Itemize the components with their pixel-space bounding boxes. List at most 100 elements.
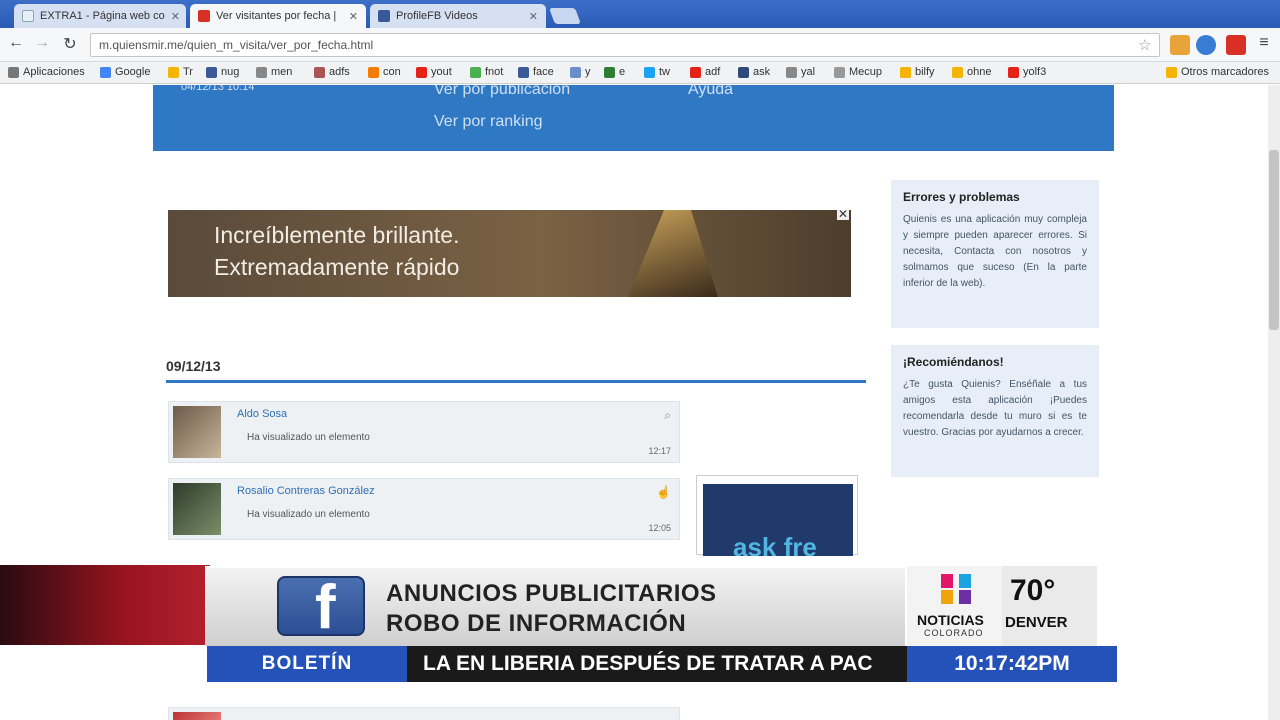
- bookmark-icon: [206, 66, 217, 78]
- page-icon: [22, 10, 34, 22]
- star-icon[interactable]: ☆: [1138, 36, 1151, 54]
- bookmark-item[interactable]: Tr: [168, 66, 193, 78]
- bookmark-item[interactable]: yal: [786, 66, 815, 78]
- bookmark-item[interactable]: yolf3: [1008, 66, 1046, 78]
- twitter-icon: [644, 66, 655, 78]
- brand-sub: COLORADO: [924, 628, 984, 638]
- avatar[interactable]: [173, 406, 221, 458]
- bookmark-icon: [786, 66, 797, 78]
- bookmark-item[interactable]: Mecup: [834, 66, 882, 78]
- bookmark-icon: [570, 66, 581, 78]
- tab-title: EXTRA1 - Página web co: [40, 10, 165, 22]
- errors-text: Quienis es una aplicación muy compleja y…: [903, 214, 1087, 289]
- visitor-name[interactable]: Aldo Sosa: [237, 408, 287, 420]
- forward-icon[interactable]: →: [32, 34, 52, 52]
- nav-ranking-link[interactable]: Ver por ranking: [434, 113, 543, 131]
- visitor-name[interactable]: Rosalio Contreras González: [237, 485, 375, 497]
- visit-time: 12:17: [648, 446, 671, 456]
- bookmark-icon: [168, 66, 179, 78]
- close-tab-icon[interactable]: ✕: [171, 10, 180, 23]
- bookmark-item[interactable]: e: [604, 66, 625, 78]
- new-tab-button[interactable]: [549, 8, 581, 24]
- folder-icon: [952, 66, 963, 78]
- avatar[interactable]: [173, 483, 221, 535]
- extension-icon[interactable]: [1226, 35, 1246, 55]
- news-ticker: BOLETÍN LA EN LIBERIA DESPUÉS DE TRATAR …: [207, 646, 1117, 682]
- ad-line-1: Increíblemente brillante.: [214, 222, 460, 248]
- apps-icon: [8, 66, 19, 78]
- facebook-icon: [518, 66, 529, 78]
- recommend-title: ¡Recomiéndanos!: [903, 355, 1004, 369]
- menu-icon[interactable]: ≡: [1254, 34, 1274, 52]
- address-bar[interactable]: m.quiensmir.me/quien_m_visita/ver_por_fe…: [90, 33, 1160, 57]
- avatar[interactable]: [173, 712, 221, 720]
- bookmark-item[interactable]: y: [570, 66, 591, 78]
- close-tab-icon[interactable]: ✕: [349, 10, 358, 23]
- station-brand: NOTICIAS COLORADO: [907, 566, 1002, 646]
- tab-title: ProfileFB Videos: [396, 10, 478, 22]
- visit-time: 12:05: [648, 523, 671, 533]
- nav-publication-link[interactable]: Ver por publicación: [434, 85, 570, 99]
- bookmark-item[interactable]: bilfy: [900, 66, 935, 78]
- bookmark-item[interactable]: yout: [416, 66, 452, 78]
- visitor-row[interactable]: Rosalio Contreras González Ha visualizad…: [168, 478, 680, 540]
- bookmark-item[interactable]: adf: [690, 66, 720, 78]
- bookmark-item[interactable]: adfs: [314, 66, 350, 78]
- back-icon[interactable]: ←: [6, 34, 26, 52]
- google-icon: [100, 66, 111, 78]
- search-icon[interactable]: ⌕: [664, 408, 671, 423]
- bookmark-icon: [738, 66, 749, 78]
- side-ad[interactable]: ask fre: [696, 475, 858, 556]
- visitor-action: Ha visualizado un elemento: [247, 509, 370, 520]
- close-tab-icon[interactable]: ✕: [529, 10, 538, 23]
- close-ad-icon[interactable]: ✕: [837, 210, 849, 220]
- bookmark-item[interactable]: ohne: [952, 66, 991, 78]
- scrollbar-thumb[interactable]: [1269, 150, 1279, 330]
- recommend-panel: ¡Recomiéndanos! ¿Te gusta Quienis? Enséñ…: [891, 345, 1099, 477]
- visitor-row[interactable]: [168, 707, 680, 720]
- bookmark-item[interactable]: tw: [644, 66, 670, 78]
- site-icon: [198, 10, 210, 22]
- weather-box: 70° DENVER: [1002, 566, 1097, 646]
- extension-icon[interactable]: [1170, 35, 1190, 55]
- bookmarks-bar: Aplicaciones Google Tr nug men adfs con …: [0, 62, 1280, 84]
- clock: 10:17:42PM: [907, 646, 1117, 682]
- browser-tab-active[interactable]: Ver visitantes por fecha | ✕: [190, 4, 366, 28]
- errors-panel: Errores y problemas Quienis es una aplic…: [891, 180, 1099, 328]
- bookmark-icon: [604, 66, 615, 78]
- reload-icon[interactable]: ↻: [60, 34, 80, 54]
- bookmark-item[interactable]: Google: [100, 66, 150, 78]
- bookmark-item[interactable]: con: [368, 66, 401, 78]
- youtube-icon: [416, 66, 427, 78]
- tab-bar: EXTRA1 - Página web co ✕ Ver visitantes …: [0, 0, 1280, 28]
- bookmark-icon: [314, 66, 325, 78]
- browser-tab[interactable]: EXTRA1 - Página web co ✕: [14, 4, 186, 28]
- address-url: m.quiensmir.me/quien_m_visita/ver_por_fe…: [99, 38, 374, 52]
- recommend-text: ¿Te gusta Quienis? Enséñale a tus amigos…: [903, 379, 1087, 438]
- youtube-icon: [1008, 66, 1019, 78]
- browser-tab[interactable]: ProfileFB Videos ✕: [370, 4, 546, 28]
- errors-title: Errores y problemas: [903, 190, 1020, 204]
- list-date: 09/12/13: [166, 358, 221, 374]
- nav-help-link[interactable]: Ayuda: [688, 85, 733, 99]
- bookmark-icon: [256, 66, 267, 78]
- bookmark-item[interactable]: Aplicaciones: [8, 66, 85, 78]
- bookmark-item[interactable]: men: [256, 66, 292, 78]
- bookmark-item[interactable]: fnot: [470, 66, 503, 78]
- univision-logo-icon: [941, 574, 971, 604]
- facebook-icon: f: [315, 573, 336, 642]
- bookmark-item[interactable]: face: [518, 66, 554, 78]
- side-ad-text: ask fre: [703, 484, 853, 556]
- ticker-label: BOLETÍN: [207, 646, 407, 682]
- city: DENVER: [1005, 614, 1068, 631]
- bookmark-item[interactable]: nug: [206, 66, 239, 78]
- extension-icon[interactable]: [1196, 35, 1216, 55]
- ad-banner[interactable]: Increíblemente brillante. Extremadamente…: [168, 210, 851, 297]
- ad-line-2: Extremadamente rápido: [214, 254, 460, 280]
- headline-line-1: ANUNCIOS PUBLICITARIOS: [386, 580, 717, 607]
- cursor-icon: ☝: [656, 485, 671, 499]
- other-bookmarks[interactable]: Otros marcadores: [1166, 66, 1269, 78]
- bookmark-item[interactable]: ask: [738, 66, 770, 78]
- site-header: 04/12/13 10:14 Ver por publicación Ver p…: [153, 85, 1114, 151]
- visitor-row[interactable]: Aldo Sosa Ha visualizado un elemento ⌕ 1…: [168, 401, 680, 463]
